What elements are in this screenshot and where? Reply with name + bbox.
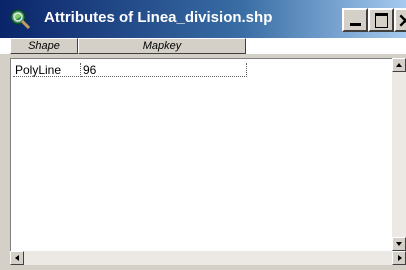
scroll-left-button[interactable] — [10, 251, 24, 265]
horizontal-scrollbar[interactable] — [10, 251, 406, 265]
arrow-left-icon — [15, 255, 19, 261]
table-row[interactable]: PolyLine 96 — [13, 63, 247, 77]
scroll-right-button[interactable] — [392, 251, 406, 265]
maximize-button[interactable] — [368, 8, 394, 32]
close-button[interactable]: × — [394, 8, 406, 32]
column-header-shape[interactable]: Shape — [10, 38, 78, 54]
cell-mapkey[interactable]: 96 — [81, 63, 247, 77]
arrow-down-icon — [396, 242, 402, 246]
scroll-up-button[interactable] — [392, 58, 406, 72]
cell-shape[interactable]: PolyLine — [13, 63, 81, 77]
title-bar[interactable]: Attributes of Linea_division.shp × — [0, 0, 406, 38]
attributes-window: Attributes of Linea_division.shp × Shape… — [0, 0, 406, 270]
attribute-table: PolyLine 96 — [10, 58, 392, 251]
arrow-up-icon — [396, 63, 402, 67]
window-title: Attributes of Linea_division.shp — [44, 9, 273, 26]
minimize-button[interactable] — [342, 8, 368, 32]
close-icon: × — [397, 8, 406, 32]
vertical-scrollbar[interactable] — [392, 58, 406, 251]
window-bottom-border — [0, 265, 406, 270]
arrow-right-icon — [398, 255, 402, 261]
scroll-down-button[interactable] — [392, 237, 406, 251]
column-header-mapkey[interactable]: Mapkey — [78, 38, 246, 54]
globe-magnifier-icon[interactable] — [8, 8, 32, 30]
